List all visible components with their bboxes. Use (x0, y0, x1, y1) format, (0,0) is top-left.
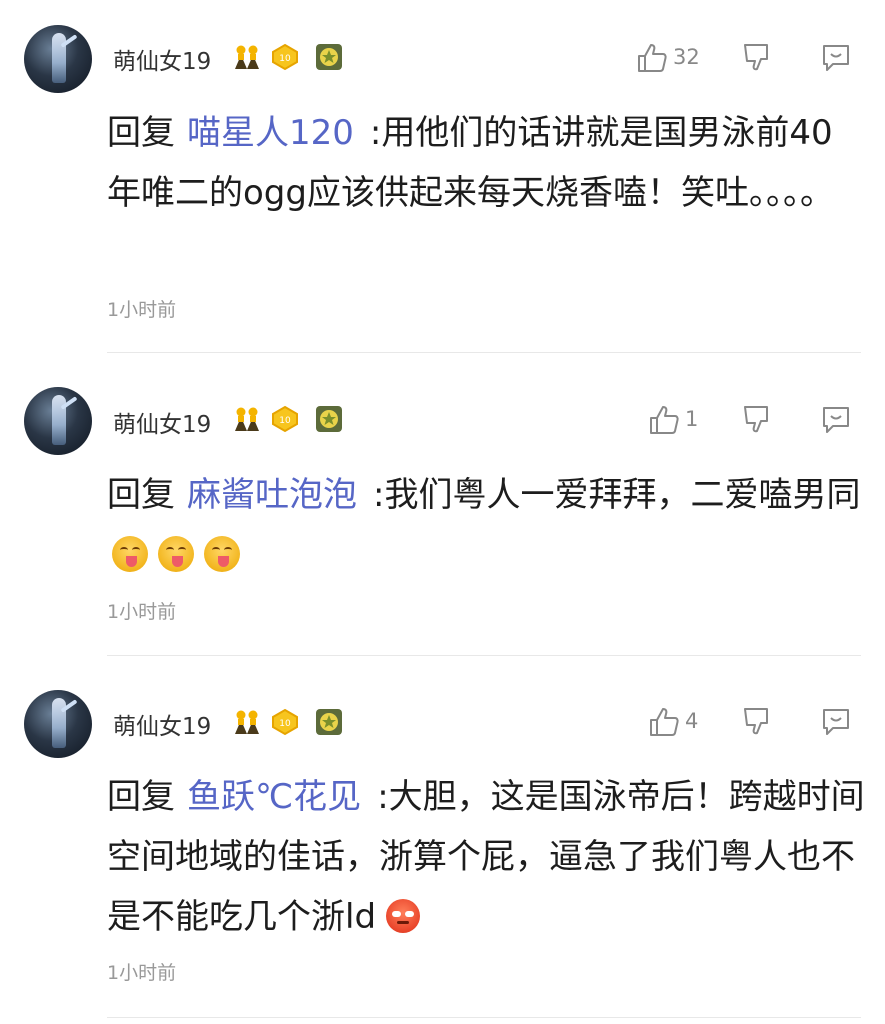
comment-bubble-icon[interactable] (820, 706, 852, 738)
divider (107, 1017, 861, 1018)
reply-prefix: 回复 (107, 475, 175, 515)
comment-body: 回复 喵星人120:用他们的话讲就是国男泳前40年唯二的ogg应该供起来每天烧香嗑… (107, 103, 865, 223)
divider (107, 352, 861, 353)
thumbs-down-icon[interactable] (742, 42, 774, 74)
svg-text:10: 10 (279, 719, 291, 729)
angry-emoji-icon (386, 899, 421, 933)
reply-target-user[interactable]: 鱼跃℃花见 (187, 777, 361, 817)
like-count: 4 (685, 709, 699, 733)
avatar[interactable] (24, 387, 92, 455)
yum-emoji-icon (112, 536, 148, 572)
timestamp: 1小时前 (107, 601, 177, 623)
username[interactable]: 萌仙女19 (113, 707, 211, 741)
like-count: 32 (673, 45, 700, 69)
avatar[interactable] (24, 25, 92, 93)
reply-target-user[interactable]: 麻酱吐泡泡 (187, 475, 357, 515)
divider (107, 655, 861, 656)
twin-figures-icon (235, 407, 259, 431)
username[interactable]: 萌仙女19 (113, 42, 211, 76)
svg-text:10: 10 (279, 416, 291, 426)
hexagon-star-icon (316, 406, 342, 432)
reply-target-user[interactable]: 喵星人120 (187, 113, 354, 153)
twin-figures-icon (235, 45, 259, 69)
thumbs-up-icon[interactable] (648, 706, 682, 738)
thumbs-up-icon[interactable] (636, 42, 670, 74)
comment-bubble-icon[interactable] (820, 42, 852, 74)
level-coin-icon: 10 (272, 708, 298, 736)
like-count: 1 (685, 407, 699, 431)
comment-body: 回复 麻酱吐泡泡 :我们粤人一爱拜拜，二爱嗑男同 (107, 465, 865, 585)
comment-text: :我们粤人一爱拜拜，二爱嗑男同 (373, 475, 861, 515)
timestamp: 1小时前 (107, 299, 177, 321)
reply-prefix: 回复 (107, 777, 175, 817)
level-coin-icon: 10 (272, 405, 298, 433)
thumbs-down-icon[interactable] (742, 706, 774, 738)
avatar[interactable] (24, 690, 92, 758)
svg-text:10: 10 (279, 54, 291, 64)
hexagon-star-icon (316, 44, 342, 70)
timestamp: 1小时前 (107, 962, 177, 984)
yum-emoji-icon (158, 536, 194, 572)
comment-body: 回复 鱼跃℃花见:大胆，这是国泳帝后！跨越时间空间地域的佳话，浙算个屁，逼急了我们… (107, 767, 865, 947)
comment-bubble-icon[interactable] (820, 404, 852, 436)
thumbs-down-icon[interactable] (742, 404, 774, 436)
level-coin-icon: 10 (272, 43, 298, 71)
username[interactable]: 萌仙女19 (113, 405, 211, 439)
reply-prefix: 回复 (107, 113, 175, 153)
hexagon-star-icon (316, 709, 342, 735)
twin-figures-icon (235, 710, 259, 734)
yum-emoji-icon (204, 536, 240, 572)
thumbs-up-icon[interactable] (648, 404, 682, 436)
